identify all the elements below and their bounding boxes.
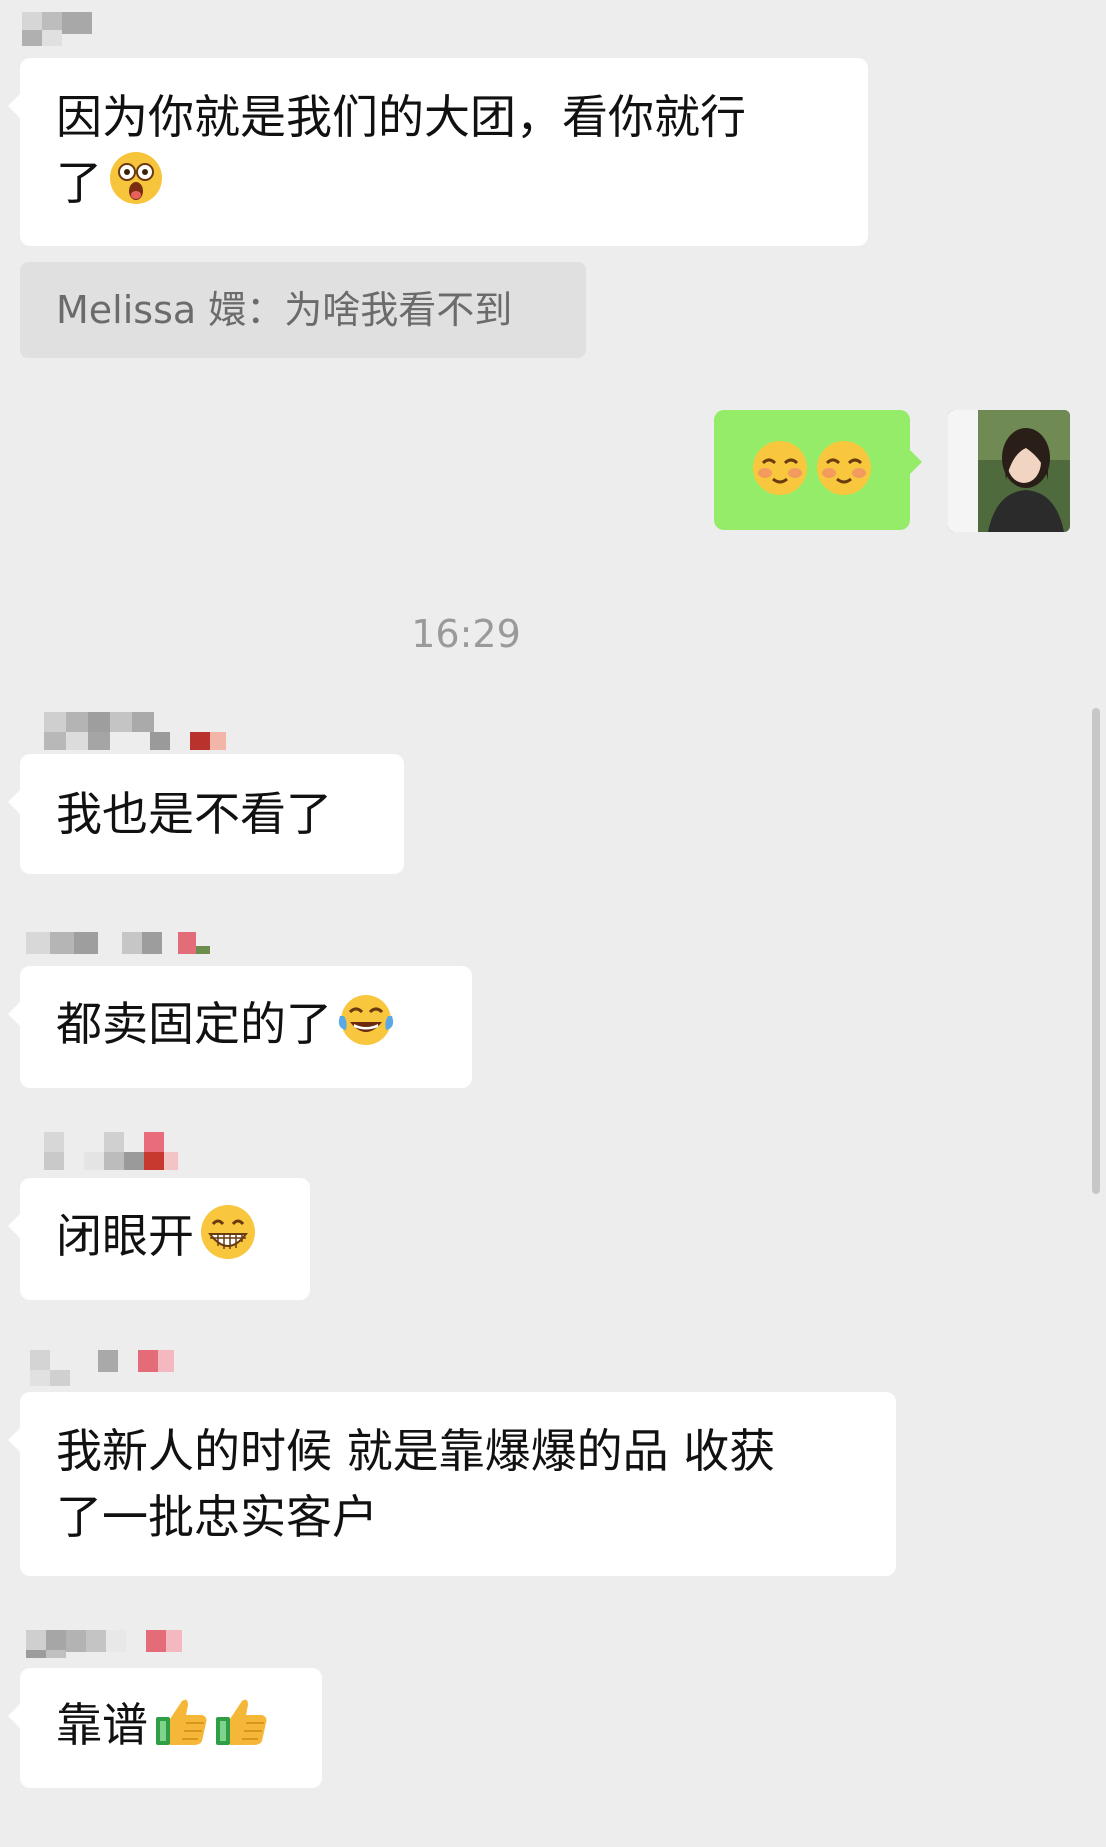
shy-smile-emoji-icon [815,439,873,501]
sender-name-blurred [26,1630,182,1652]
message-text: 我也是不看了 [56,787,332,841]
sender-name-blurred [30,1350,174,1372]
quoted-message-text: Melissa 嬛：为啥我看不到 [56,288,513,332]
message-text: 我新人的时候 就是靠爆爆的品 收获 了一批忠实客户 [56,1424,776,1544]
user-avatar[interactable] [948,410,1070,532]
timestamp: 16:29 [411,612,521,656]
message-bubble[interactable]: 我也是不看了 [8,754,404,874]
star-struck-emoji-icon [108,150,164,223]
sender-name-blurred [44,1132,164,1154]
sender-name-blurred [44,732,226,754]
sender-name-blurred [44,712,154,734]
message-text: 都卖固定的了 [56,992,396,1063]
tears-of-joy-emoji-icon [336,992,396,1063]
outgoing-message-bubble[interactable] [714,410,922,530]
sender-name-blurred [30,1370,70,1392]
message-text: 靠谱 [56,1693,270,1764]
sender-name-blurred [44,1152,178,1174]
message-text: 因为你就是我们的大团，看你就行 了 [56,84,746,223]
sender-name-blurred [22,30,62,52]
thumbs-up-emoji-icon [152,1693,210,1764]
message-bubble[interactable]: 我新人的时候 就是靠爆爆的品 收获 了一批忠实客户 [8,1392,896,1576]
message-bubble[interactable]: 闭眼开 [8,1178,310,1300]
sender-name-blurred [26,932,210,954]
shy-smile-emoji-icon [751,439,809,501]
thumbs-up-emoji-icon [212,1693,270,1764]
grin-emoji-icon [198,1202,258,1277]
message-text: 闭眼开 [56,1202,258,1277]
message-bubble[interactable]: 靠谱 [8,1668,322,1788]
message-bubble[interactable]: 因为你就是我们的大团，看你就行 了 [8,58,868,246]
message-bubble[interactable]: 都卖固定的了 [8,966,472,1088]
quoted-message[interactable]: Melissa 嬛：为啥我看不到 [20,262,586,358]
scrollbar[interactable] [1092,708,1100,1194]
